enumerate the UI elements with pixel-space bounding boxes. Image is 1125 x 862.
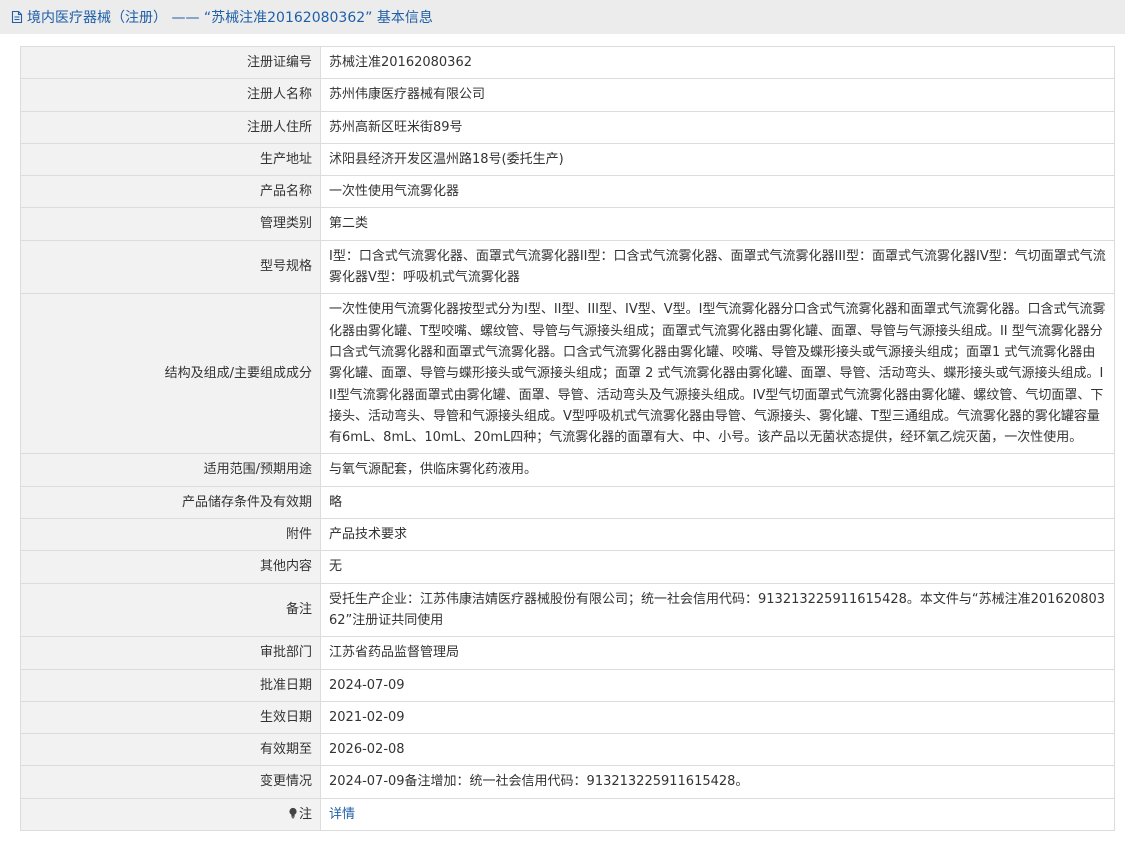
table-row: 注册人名称 苏州伟康医疗器械有限公司 — [20, 78, 1115, 112]
table-row: 变更情况 2024-07-09备注增加：统一社会信用代码：913213225911… — [20, 765, 1115, 799]
row-value: 2024-07-09 — [320, 668, 1115, 702]
row-label: 批准日期 — [20, 668, 321, 702]
row-label: 管理类别 — [20, 207, 321, 241]
table-row: 备注 受托生产企业：江苏伟康洁婧医疗器械股份有限公司；统一社会信用代码：91321… — [20, 582, 1115, 638]
document-icon — [11, 10, 23, 24]
row-value: 苏州伟康医疗器械有限公司 — [320, 78, 1115, 112]
details-link[interactable]: 详情 — [329, 807, 355, 822]
row-label: 产品名称 — [20, 175, 321, 209]
row-value: 苏械注准20162080362 — [320, 45, 1115, 80]
row-value: 一次性使用气流雾化器按型式分为I型、II型、III型、IV型、Ⅴ型。I型气流雾化… — [320, 293, 1115, 455]
note-label-cell: 注 — [20, 797, 321, 832]
note-row: 注 详情 — [20, 797, 1115, 832]
info-table: 注册证编号 苏械注准20162080362 注册人名称 苏州伟康医疗器械有限公司 注… — [20, 45, 1115, 832]
row-value: 苏州高新区旺米街89号 — [320, 110, 1115, 144]
row-value: 一次性使用气流雾化器 — [320, 175, 1115, 209]
row-value: 略 — [320, 485, 1115, 520]
table-row: 注册证编号 苏械注准20162080362 — [20, 45, 1115, 80]
table-row: 适用范围/预期用途 与氧气源配套，供临床雾化药液用。 — [20, 453, 1115, 487]
info-table-body: 注册证编号 苏械注准20162080362 注册人名称 苏州伟康医疗器械有限公司 注… — [20, 45, 1115, 832]
table-row: 生产地址 沭阳县经济开发区温州路18号(委托生产) — [20, 142, 1115, 177]
table-row: 批准日期 2024-07-09 — [20, 668, 1115, 702]
row-label: 变更情况 — [20, 765, 321, 799]
row-label: 附件 — [20, 518, 321, 552]
row-label: 生效日期 — [20, 700, 321, 735]
row-label: 其他内容 — [20, 550, 321, 584]
note-label: 注 — [298, 806, 312, 822]
note-value-cell: 详情 — [320, 797, 1115, 832]
row-label: 注册证编号 — [20, 45, 321, 80]
row-value: 2021-02-09 — [320, 700, 1115, 735]
lightbulb-icon — [289, 807, 297, 819]
row-label: 备注 — [20, 582, 321, 638]
row-label: 产品储存条件及有效期 — [20, 485, 321, 520]
row-value: 2026-02-08 — [320, 733, 1115, 767]
table-row: 生效日期 2021-02-09 — [20, 700, 1115, 735]
table-row: 产品储存条件及有效期略 — [20, 485, 1115, 520]
row-label: 注册人住所 — [20, 110, 321, 144]
row-label: 生产地址 — [20, 142, 321, 177]
table-row: 结构及组成/主要组成成分 一次性使用气流雾化器按型式分为I型、II型、III型、I… — [20, 293, 1115, 455]
row-label: 型号规格 — [20, 239, 321, 295]
row-label: 审批部门 — [20, 636, 321, 670]
table-row: 型号规格 I型：口含式气流雾化器、面罩式气流雾化器II型：口含式气流雾化器、面罩式… — [20, 239, 1115, 295]
table-row: 管理类别 第二类 — [20, 207, 1115, 241]
table-row: 附件 产品技术要求 — [20, 518, 1115, 552]
row-label: 有效期至 — [20, 733, 321, 767]
row-value: 与氧气源配套，供临床雾化药液用。 — [320, 453, 1115, 487]
page-title-bar: 境内医疗器械（注册） —— “苏械注准20162080362” 基本信息 — [0, 0, 1125, 34]
page-title: 境内医疗器械（注册） —— “苏械注准20162080362” 基本信息 — [27, 10, 433, 26]
row-value: 江苏省药品监督管理局 — [320, 636, 1115, 670]
row-value: 产品技术要求 — [320, 518, 1115, 552]
row-value: 受托生产企业：江苏伟康洁婧医疗器械股份有限公司；统一社会信用代码：9132132… — [320, 582, 1115, 638]
row-label: 结构及组成/主要组成成分 — [20, 293, 321, 455]
row-value: 沭阳县经济开发区温州路18号(委托生产) — [320, 142, 1115, 177]
row-label: 注册人名称 — [20, 78, 321, 112]
row-value: 2024-07-09备注增加：统一社会信用代码：9132132259116154… — [320, 765, 1115, 799]
table-row: 注册人住所 苏州高新区旺米街89号 — [20, 110, 1115, 144]
table-row: 产品名称 一次性使用气流雾化器 — [20, 175, 1115, 209]
table-row: 其他内容无 — [20, 550, 1115, 584]
table-row: 有效期至 2026-02-08 — [20, 733, 1115, 767]
table-row: 审批部门 江苏省药品监督管理局 — [20, 636, 1115, 670]
row-label: 适用范围/预期用途 — [20, 453, 321, 487]
row-value: 第二类 — [320, 207, 1115, 241]
row-value: I型：口含式气流雾化器、面罩式气流雾化器II型：口含式气流雾化器、面罩式气流雾化… — [320, 239, 1115, 295]
row-value: 无 — [320, 550, 1115, 584]
